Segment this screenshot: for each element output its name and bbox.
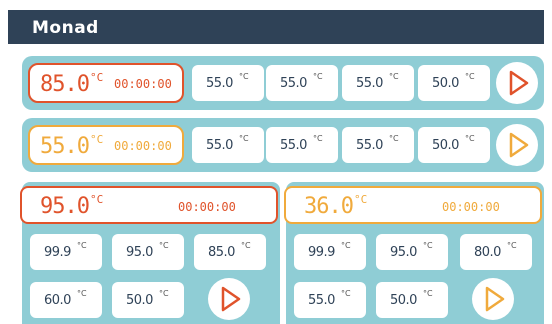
preset-value: 55.0 [308, 293, 335, 308]
preset-value: 55.0 [206, 76, 233, 91]
preset-unit: °C [423, 289, 433, 298]
preset-value: 95.0 [390, 245, 417, 260]
preset-unit: °C [341, 289, 351, 298]
channel-panel-right: 36.0°C 00:00:00 99.9 °C 95.0 °C 80.0 °C 55.… [284, 182, 544, 324]
play-button[interactable] [496, 124, 538, 166]
play-icon [221, 286, 241, 312]
preset-value: 99.9 [44, 245, 71, 260]
preset-button[interactable]: 55.0 °C [192, 65, 264, 101]
temp-value: 85.0 [40, 72, 90, 97]
play-button[interactable] [496, 62, 538, 104]
current-temp-display[interactable]: 85.0°C 00:00:00 [28, 63, 184, 103]
timer: 00:00:00 [442, 200, 500, 214]
preset-unit: °C [341, 241, 351, 250]
play-icon [485, 286, 505, 312]
preset-button[interactable]: 85.0 °C [194, 234, 266, 270]
preset-button[interactable]: 50.0 °C [418, 65, 490, 101]
preset-value: 55.0 [206, 138, 233, 153]
preset-button[interactable]: 99.9 °C [30, 234, 102, 270]
preset-value: 99.9 [308, 245, 335, 260]
preset-button[interactable]: 55.0 °C [266, 127, 338, 163]
temp-unit: °C [89, 193, 104, 206]
preset-unit: °C [313, 72, 323, 81]
preset-button[interactable]: 80.0 °C [460, 234, 532, 270]
title-bar: Monad [8, 10, 544, 44]
preset-value: 55.0 [356, 138, 383, 153]
preset-value: 80.0 [474, 245, 501, 260]
current-temp: 85.0°C [40, 71, 104, 97]
preset-unit: °C [239, 134, 249, 143]
channel-row-2: 55.0°C 00:00:00 55.0 °C 55.0 °C 55.0 °C 50.… [22, 118, 544, 172]
preset-button[interactable]: 50.0 °C [418, 127, 490, 163]
preset-unit: °C [159, 289, 169, 298]
preset-value: 55.0 [280, 76, 307, 91]
preset-value: 50.0 [390, 293, 417, 308]
temp-unit: °C [353, 193, 368, 206]
preset-value: 85.0 [208, 245, 235, 260]
preset-value: 55.0 [280, 138, 307, 153]
current-temp-display[interactable]: 95.0°C 00:00:00 [20, 186, 278, 224]
preset-button[interactable]: 50.0 °C [112, 282, 184, 318]
temp-unit: °C [89, 133, 104, 146]
preset-unit: °C [465, 134, 475, 143]
preset-value: 60.0 [44, 293, 71, 308]
preset-button[interactable]: 60.0 °C [30, 282, 102, 318]
preset-button[interactable]: 55.0 °C [192, 127, 264, 163]
preset-value: 50.0 [432, 138, 459, 153]
preset-button[interactable]: 50.0 °C [376, 282, 448, 318]
preset-button[interactable]: 95.0 °C [376, 234, 448, 270]
preset-unit: °C [507, 241, 517, 250]
preset-button[interactable]: 55.0 °C [342, 65, 414, 101]
play-button[interactable] [472, 278, 514, 320]
preset-button[interactable]: 55.0 °C [266, 65, 338, 101]
temp-value: 36.0 [304, 194, 354, 219]
preset-value: 50.0 [432, 76, 459, 91]
current-temp: 36.0°C [304, 193, 368, 219]
app-title: Monad [32, 18, 99, 38]
temp-unit: °C [89, 71, 104, 84]
current-temp: 95.0°C [40, 193, 104, 219]
preset-unit: °C [241, 241, 251, 250]
preset-unit: °C [239, 72, 249, 81]
preset-value: 55.0 [356, 76, 383, 91]
preset-unit: °C [77, 289, 87, 298]
preset-value: 95.0 [126, 245, 153, 260]
preset-unit: °C [159, 241, 169, 250]
preset-unit: °C [77, 241, 87, 250]
current-temp-display[interactable]: 36.0°C 00:00:00 [284, 186, 542, 224]
preset-button[interactable]: 55.0 °C [342, 127, 414, 163]
channel-row-1: 85.0°C 00:00:00 55.0 °C 55.0 °C 55.0 °C 50.… [22, 56, 544, 110]
preset-unit: °C [389, 72, 399, 81]
preset-unit: °C [465, 72, 475, 81]
current-temp: 55.0°C [40, 133, 104, 159]
temp-value: 55.0 [40, 134, 90, 159]
preset-button[interactable]: 55.0 °C [294, 282, 366, 318]
play-button[interactable] [208, 278, 250, 320]
current-temp-display[interactable]: 55.0°C 00:00:00 [28, 125, 184, 165]
timer: 00:00:00 [114, 77, 172, 91]
temp-value: 95.0 [40, 194, 90, 219]
timer: 00:00:00 [178, 200, 236, 214]
preset-unit: °C [423, 241, 433, 250]
timer: 00:00:00 [114, 139, 172, 153]
preset-button[interactable]: 95.0 °C [112, 234, 184, 270]
preset-unit: °C [313, 134, 323, 143]
play-icon [509, 70, 529, 96]
preset-unit: °C [389, 134, 399, 143]
preset-button[interactable]: 99.9 °C [294, 234, 366, 270]
preset-value: 50.0 [126, 293, 153, 308]
play-icon [509, 132, 529, 158]
channel-panel-left: 95.0°C 00:00:00 99.9 °C 95.0 °C 85.0 °C 60.… [20, 182, 280, 324]
